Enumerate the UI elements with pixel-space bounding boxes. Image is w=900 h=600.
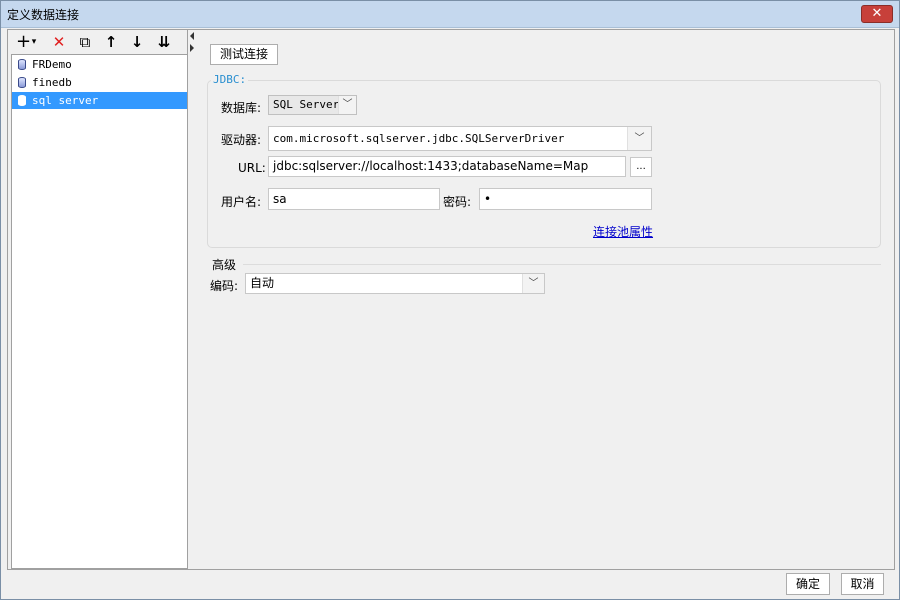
ok-button[interactable]: 确定 — [786, 573, 830, 595]
close-button[interactable]: ✕ — [861, 5, 893, 23]
database-value: SQL Server — [273, 98, 340, 111]
data-connection-dialog: 定义数据连接 ✕ + ▾ ✕ ⧉ ↑ ↓ ⇊ FRDemo finedb sql… — [0, 0, 900, 600]
connection-pool-link[interactable]: 连接池属性 — [593, 223, 653, 240]
dialog-body: + ▾ ✕ ⧉ ↑ ↓ ⇊ FRDemo finedb sql server 测… — [7, 29, 895, 570]
url-label: URL: — [238, 161, 266, 175]
driver-value: com.microsoft.sqlserver.jdbc.SQLServerDr… — [273, 132, 565, 145]
database-select[interactable]: SQL Server ﹀ — [268, 95, 357, 115]
advanced-section-title: 高级 — [212, 258, 237, 272]
browse-url-button[interactable]: ... — [630, 157, 652, 177]
database-icon — [18, 95, 26, 106]
connection-tree: FRDemo finedb sql server — [11, 54, 188, 569]
move-down-icon[interactable]: ↓ — [128, 32, 146, 52]
connection-list-panel: + ▾ ✕ ⧉ ↑ ↓ ⇊ FRDemo finedb sql server — [10, 30, 188, 569]
chevron-down-icon: ﹀ — [627, 127, 651, 150]
jdbc-legend: JDBC: — [211, 73, 249, 86]
connection-item-selected[interactable]: sql server — [12, 92, 187, 109]
title-bar: 定义数据连接 ✕ — [1, 1, 899, 28]
add-icon[interactable]: + — [16, 32, 31, 52]
connection-name: finedb — [32, 76, 72, 89]
connection-name: sql server — [32, 94, 99, 107]
advanced-divider — [243, 264, 881, 265]
database-icon — [18, 77, 26, 88]
connection-detail-panel: 测试连接 JDBC: 数据库: SQL Server ﹀ 驱动器: com.mi… — [195, 30, 894, 569]
driver-select[interactable]: com.microsoft.sqlserver.jdbc.SQLServerDr… — [268, 126, 652, 151]
encoding-label: 编码: — [210, 279, 239, 293]
url-input[interactable]: jdbc:sqlserver://localhost:1433;database… — [268, 156, 626, 177]
database-label: 数据库: — [221, 101, 262, 115]
connection-toolbar: + ▾ ✕ ⧉ ↑ ↓ ⇊ — [10, 30, 188, 54]
copy-icon[interactable]: ⧉ — [76, 32, 94, 52]
delete-icon[interactable]: ✕ — [50, 32, 68, 52]
cancel-button[interactable]: 取消 — [841, 573, 884, 595]
collapse-left-icon[interactable] — [190, 32, 194, 40]
database-icon — [18, 59, 26, 70]
chevron-down-icon: ﹀ — [338, 96, 356, 114]
test-connection-button[interactable]: 测试连接 — [210, 44, 278, 65]
encoding-select[interactable]: 自动 ﹀ — [245, 273, 545, 294]
add-dropdown-icon[interactable]: ▾ — [30, 32, 38, 52]
connection-item[interactable]: FRDemo — [12, 56, 187, 73]
sort-icon[interactable]: ⇊ — [154, 32, 174, 52]
window-title: 定义数据连接 — [7, 8, 80, 22]
driver-label: 驱动器: — [221, 133, 262, 147]
password-input[interactable]: • — [479, 188, 652, 210]
encoding-value: 自动 — [250, 276, 275, 290]
move-up-icon[interactable]: ↑ — [102, 32, 120, 52]
connection-item[interactable]: finedb — [12, 74, 187, 91]
password-label: 密码: — [443, 195, 472, 209]
username-label: 用户名: — [221, 195, 262, 209]
expand-right-icon[interactable] — [190, 44, 194, 52]
connection-name: FRDemo — [32, 58, 72, 71]
chevron-down-icon: ﹀ — [522, 274, 544, 293]
username-input[interactable]: sa — [268, 188, 440, 210]
